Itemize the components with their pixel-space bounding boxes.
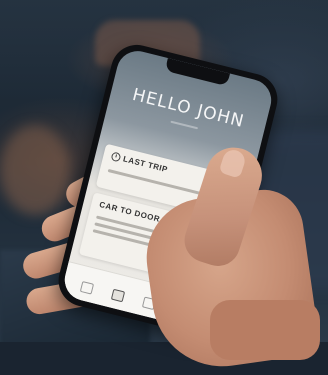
last-trip-label: LAST TRIP — [122, 154, 169, 175]
wrist — [210, 300, 320, 360]
clock-icon — [110, 151, 122, 163]
home-tab-icon[interactable] — [79, 281, 95, 295]
card-text-line — [107, 168, 206, 197]
blurred-object-left — [0, 125, 70, 215]
car-tab-icon[interactable] — [110, 288, 126, 303]
